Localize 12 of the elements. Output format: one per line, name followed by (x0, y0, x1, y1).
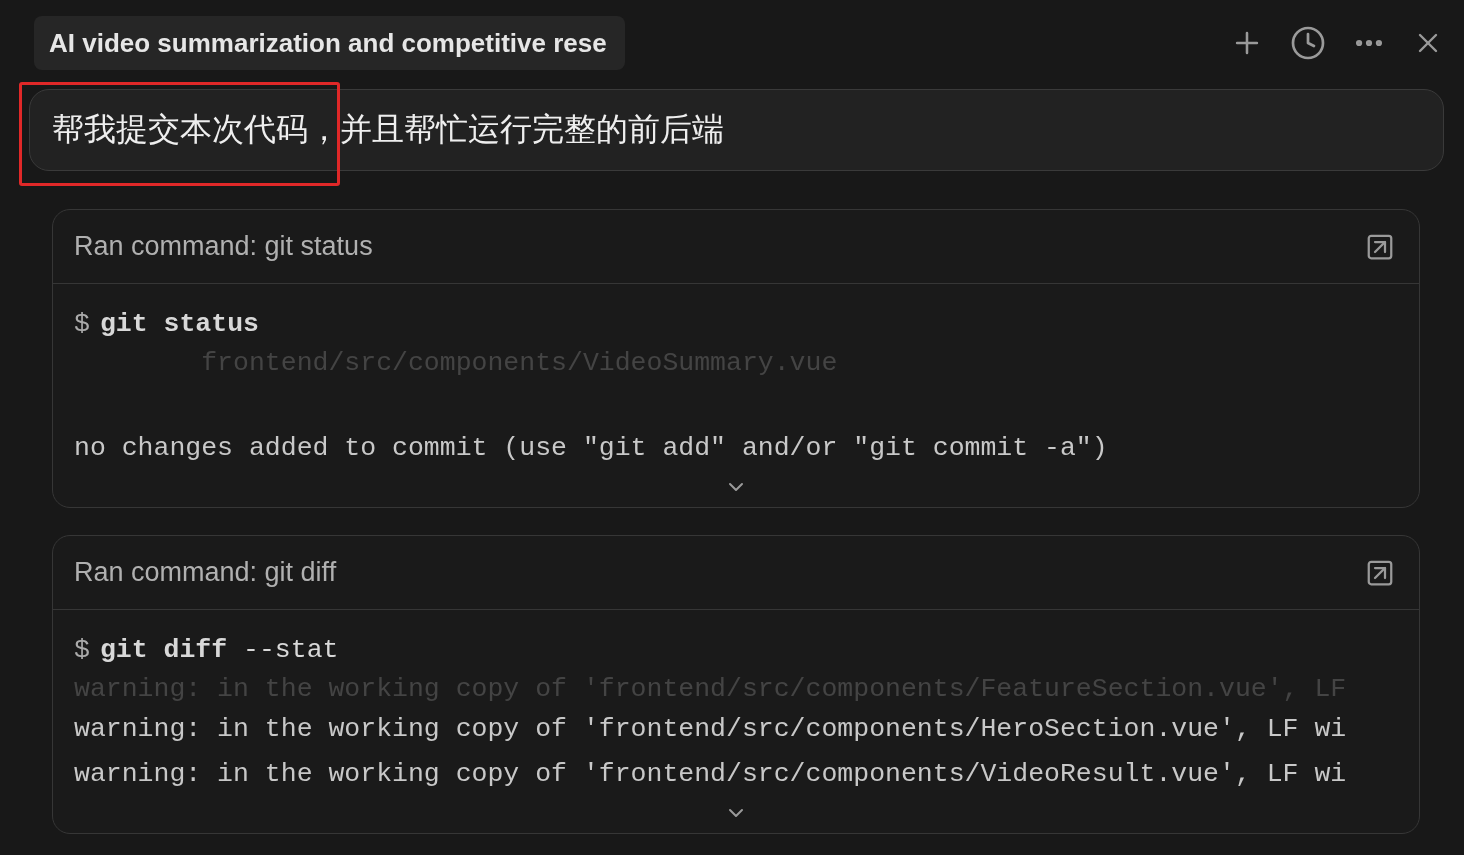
output-line: warning: in the working copy of 'frontend/src/components/HeroSection.vue', LF wi (74, 713, 1348, 746)
command-text: git diff --stat (99, 634, 339, 665)
output-line: no changes added to commit (use "git add" and/or "git commit -a") (74, 432, 1109, 465)
command-title: Ran command: git status (74, 231, 373, 262)
history-icon[interactable] (1290, 25, 1326, 61)
command-title: Ran command: git diff (74, 557, 337, 588)
chat-title: AI video summarization and competitive rese (34, 16, 625, 70)
command-text: git status (99, 308, 259, 339)
prompt-symbol: $ (74, 308, 90, 339)
output-line: warning: in the working copy of 'frontend/src/components/VideoResult.vue', LF wi (74, 758, 1348, 791)
prompt-symbol: $ (74, 634, 90, 665)
user-message: 帮我提交本次代码，并且帮忙运行完整的前后端 (29, 89, 1444, 171)
